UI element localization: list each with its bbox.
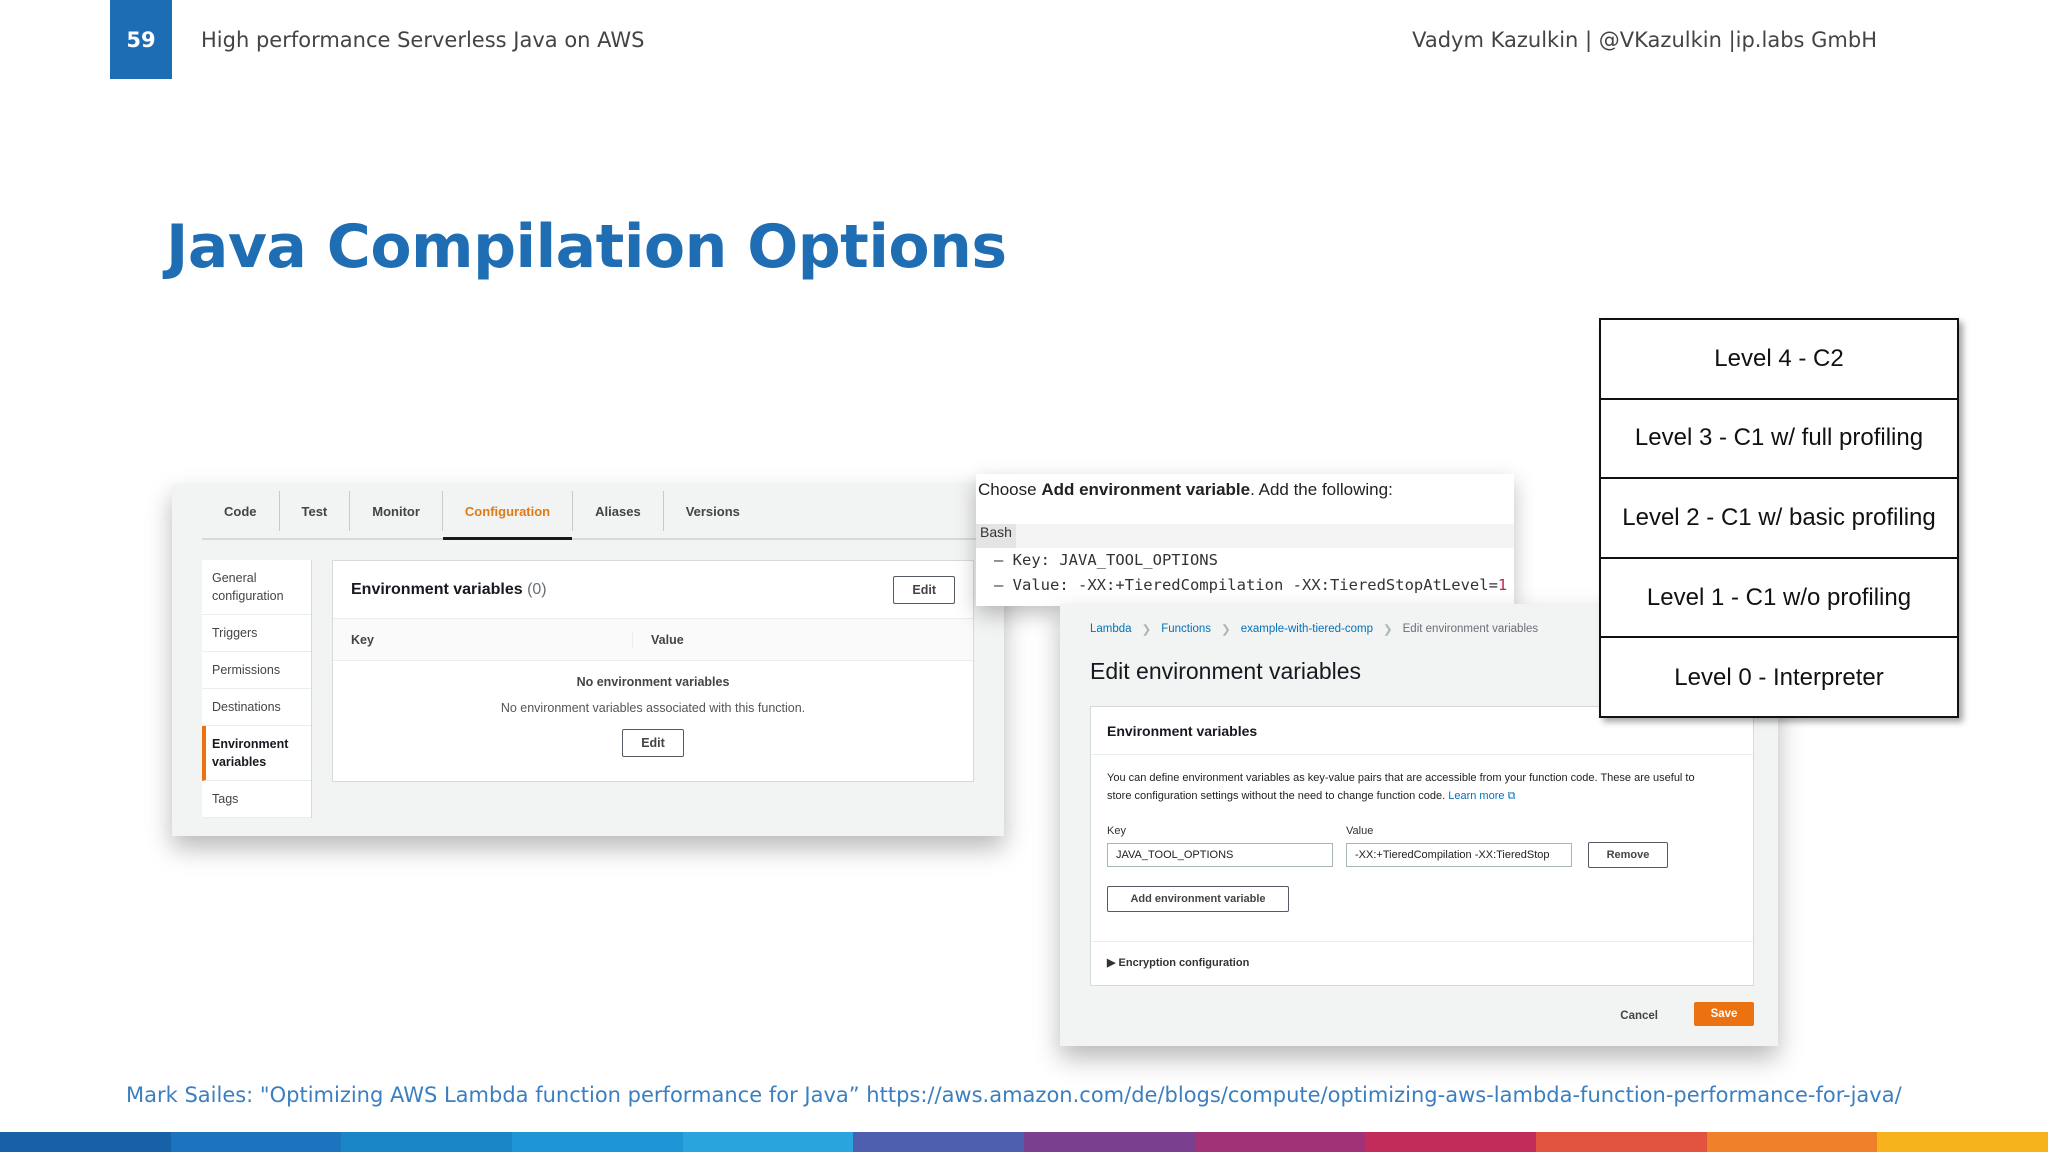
instruction-prefix: Choose [978, 480, 1042, 499]
save-button[interactable]: Save [1694, 1002, 1754, 1026]
compilation-levels-diagram: Level 4 - C2 Level 3 - C1 w/ full profil… [1599, 318, 1959, 718]
code-line-key: – Key: JAVA_TOOL_OPTIONS [994, 551, 1218, 569]
instructions-snippet: Choose Add environment variable. Add the… [976, 474, 1514, 606]
value-input[interactable]: -XX:+TieredCompilation -XX:TieredStop [1346, 843, 1572, 867]
footer-color-segment [1194, 1132, 1366, 1152]
tab-test[interactable]: Test [280, 491, 351, 531]
panel-title-text: Environment variables [351, 580, 523, 598]
footer-color-segment [853, 1132, 1025, 1152]
footer-color-segment [1024, 1132, 1195, 1152]
empty-title: No environment variables [576, 675, 730, 689]
page-number: 59 [110, 0, 172, 79]
column-value: Value [651, 632, 684, 647]
code-language-label: Bash [976, 524, 1016, 548]
code-line-value: – Value: -XX:+TieredCompilation -XX:Tier… [994, 576, 1498, 594]
key-input[interactable]: JAVA_TOOL_OPTIONS [1107, 843, 1333, 867]
source-citation: Mark Sailes: "Optimizing AWS Lambda func… [126, 1083, 1902, 1107]
edit-button[interactable]: Edit [893, 575, 955, 604]
nav-item-permissions[interactable]: Permissions [202, 652, 311, 689]
key-label: Key [1107, 825, 1126, 837]
breadcrumb: Lambda ❯ Functions ❯ example-with-tiered… [1090, 622, 1538, 636]
tab-monitor[interactable]: Monitor [350, 491, 443, 531]
tab-configuration[interactable]: Configuration [442, 491, 574, 540]
description-line-2: store configuration settings without the… [1107, 790, 1449, 802]
footer-color-segment [170, 1132, 342, 1152]
cancel-button[interactable]: Cancel [1620, 1010, 1658, 1022]
code-line-level-number: 1 [1497, 576, 1508, 594]
lambda-configuration-screenshot: Code Test Monitor Configuration Aliases … [172, 484, 1004, 836]
add-environment-variable-button[interactable]: Add environment variable [1107, 886, 1289, 912]
code-block: – Key: JAVA_TOOL_OPTIONS – Value: -XX:+T… [976, 548, 1514, 598]
page-title: Edit environment variables [1090, 658, 1362, 684]
code-language-bar: Bash [976, 524, 1514, 548]
footer-color-segment [1365, 1132, 1537, 1152]
header-author: Vadym Kazulkin | @VKazulkin |ip.labs Gmb… [1412, 28, 1877, 52]
tab-versions[interactable]: Versions [664, 491, 762, 531]
footer-color-segment [1536, 1132, 1707, 1152]
caret-right-icon: ▶ [1107, 957, 1116, 969]
table-header: Key Value [333, 619, 973, 661]
environment-variables-panel: Environment variables (0) Edit Key Value… [332, 560, 974, 782]
footer-color-segment [0, 1132, 171, 1152]
instruction-text: Choose Add environment variable. Add the… [978, 480, 1393, 500]
footer-color-segment [512, 1132, 683, 1152]
encryption-label: Encryption configuration [1118, 957, 1250, 969]
panel-header: Environment variables (0) Edit [333, 561, 973, 619]
empty-description: No environment variables associated with… [500, 701, 806, 715]
column-key: Key [333, 632, 633, 647]
slide-title: Java Compilation Options [166, 212, 1007, 282]
nav-item-general-configuration[interactable]: General configuration [202, 560, 311, 615]
tab-code[interactable]: Code [202, 491, 280, 531]
header-title: High performance Serverless Java on AWS [201, 28, 645, 52]
panel-title: Environment variables (0) [351, 581, 547, 599]
level-2-box: Level 2 - C1 w/ basic profiling [1601, 479, 1957, 559]
learn-more-link[interactable]: Learn more [1448, 790, 1504, 802]
instruction-suffix: . Add the following: [1250, 480, 1393, 499]
chevron-right-icon: ❯ [1141, 624, 1152, 636]
description-line-1: You can define environment variables as … [1107, 772, 1695, 784]
footer-color-bar [0, 1132, 2048, 1152]
footer-color-segment [1706, 1132, 1878, 1152]
config-sidenav: General configuration Triggers Permissio… [202, 560, 312, 818]
card-description: You can define environment variables as … [1091, 755, 1753, 805]
instruction-bold: Add environment variable [1041, 480, 1251, 499]
empty-edit-button[interactable]: Edit [622, 729, 684, 757]
tab-aliases[interactable]: Aliases [573, 491, 664, 531]
footer-color-segment [341, 1132, 513, 1152]
tab-bar: Code Test Monitor Configuration Aliases … [202, 484, 1004, 540]
panel-count: (0) [527, 580, 547, 598]
breadcrumb-function-name[interactable]: example-with-tiered-comp [1241, 623, 1373, 635]
level-1-box: Level 1 - C1 w/o profiling [1601, 559, 1957, 639]
footer-color-segment [1877, 1132, 2048, 1152]
chevron-right-icon: ❯ [1221, 624, 1231, 636]
breadcrumb-lambda[interactable]: Lambda [1090, 623, 1132, 635]
footer-color-segment [682, 1132, 854, 1152]
external-link-icon[interactable]: ⧉ [1508, 790, 1516, 802]
breadcrumb-current: Edit environment variables [1402, 623, 1539, 635]
nav-item-tags[interactable]: Tags [202, 781, 311, 818]
breadcrumb-functions[interactable]: Functions [1161, 623, 1211, 635]
level-0-box: Level 0 - Interpreter [1674, 664, 1884, 692]
empty-state: No environment variables No environment … [333, 661, 973, 757]
nav-item-triggers[interactable]: Triggers [202, 615, 311, 652]
encryption-configuration-toggle[interactable]: ▶ Encryption configuration [1091, 941, 1753, 985]
level-3-box: Level 3 - C1 w/ full profiling [1601, 400, 1957, 480]
nav-item-destinations[interactable]: Destinations [202, 689, 311, 726]
nav-item-environment-variables[interactable]: Environment variables [202, 726, 311, 781]
level-4-box: Level 4 - C2 [1601, 320, 1957, 400]
chevron-right-icon: ❯ [1383, 624, 1393, 636]
environment-variables-card: Environment variables You can define env… [1090, 706, 1754, 986]
remove-button[interactable]: Remove [1588, 842, 1668, 868]
value-label: Value [1346, 825, 1374, 837]
